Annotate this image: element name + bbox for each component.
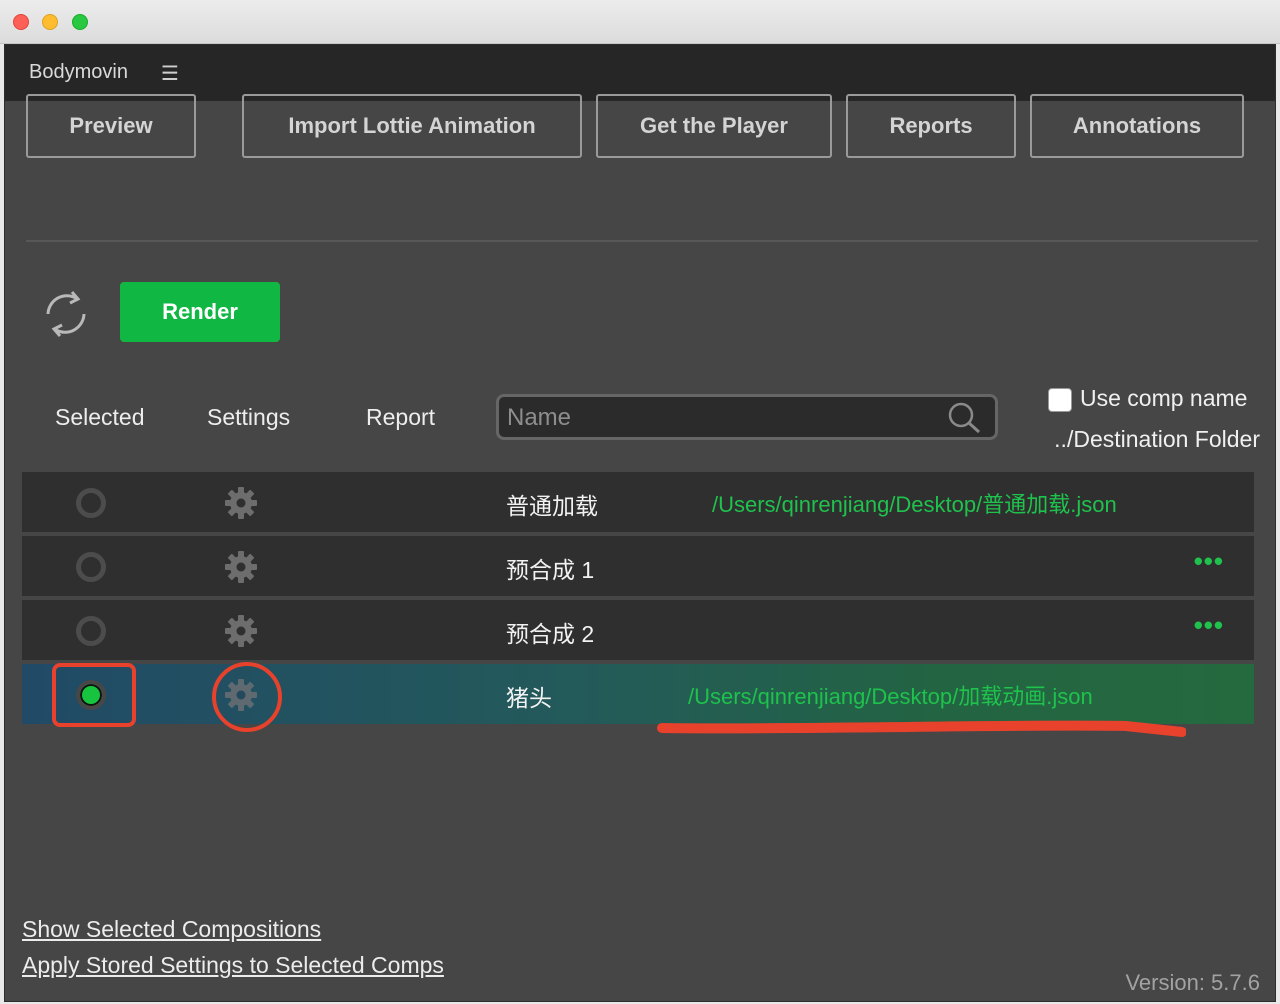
more-options-icon[interactable]: ••• <box>1194 546 1224 577</box>
annotation-highlight-box <box>52 663 136 727</box>
preview-button[interactable]: Preview <box>26 94 196 158</box>
comp-row[interactable]: 预合成 2 ••• <box>22 600 1254 660</box>
search-box <box>496 394 998 440</box>
comp-select-radio[interactable] <box>76 616 106 646</box>
comp-name: 普通加载 <box>506 493 598 519</box>
comp-row[interactable]: 预合成 1 ••• <box>22 536 1254 596</box>
show-selected-compositions-link[interactable]: Show Selected Compositions <box>22 916 321 943</box>
comp-select-radio[interactable] <box>76 552 106 582</box>
annotations-button[interactable]: Annotations <box>1030 94 1244 158</box>
window-maximize-button[interactable] <box>72 14 88 30</box>
comp-select-radio[interactable] <box>76 488 106 518</box>
comp-name: 猪头 <box>506 685 552 711</box>
comp-name: 预合成 1 <box>506 557 595 583</box>
gear-icon[interactable] <box>224 550 258 584</box>
refresh-icon[interactable] <box>42 288 90 340</box>
render-button[interactable]: Render <box>120 282 280 342</box>
hamburger-icon[interactable]: ☰ <box>161 61 179 86</box>
get-player-button[interactable]: Get the Player <box>596 94 832 158</box>
window-minimize-button[interactable] <box>42 14 58 30</box>
column-report: Report <box>366 404 436 430</box>
version-label: Version: 5.7.6 <box>1125 970 1260 995</box>
window-titlebar <box>0 0 1280 44</box>
section-divider <box>26 240 1258 242</box>
import-lottie-button[interactable]: Import Lottie Animation <box>242 94 582 158</box>
comp-name: 预合成 2 <box>506 621 595 647</box>
comp-destination-path[interactable]: /Users/qinrenjiang/Desktop/加载动画.json <box>688 679 1093 711</box>
destination-folder-link[interactable]: ../Destination Folder <box>1054 426 1260 453</box>
use-comp-name-checkbox[interactable] <box>1048 388 1072 412</box>
comp-row[interactable]: 普通加载 /Users/qinrenjiang/Desktop/普通加载.jso… <box>22 472 1254 532</box>
more-options-icon[interactable]: ••• <box>1194 610 1224 641</box>
annotation-underline <box>657 720 1186 737</box>
gear-icon[interactable] <box>224 614 258 648</box>
gear-icon[interactable] <box>224 486 258 520</box>
comp-destination-path[interactable]: /Users/qinrenjiang/Desktop/普通加载.json <box>712 487 1117 519</box>
column-selected: Selected <box>55 404 145 430</box>
panel-header: Bodymovin ☰ <box>5 45 1275 101</box>
annotation-highlight-circle <box>212 662 282 732</box>
use-comp-name-label: Use comp name <box>1080 385 1248 411</box>
window-close-button[interactable] <box>13 14 29 30</box>
search-input[interactable] <box>507 403 937 433</box>
reports-button[interactable]: Reports <box>846 94 1016 158</box>
panel-title: Bodymovin <box>29 61 128 83</box>
apply-stored-settings-link[interactable]: Apply Stored Settings to Selected Comps <box>22 952 444 979</box>
search-icon[interactable] <box>947 401 983 435</box>
column-settings: Settings <box>207 404 291 430</box>
